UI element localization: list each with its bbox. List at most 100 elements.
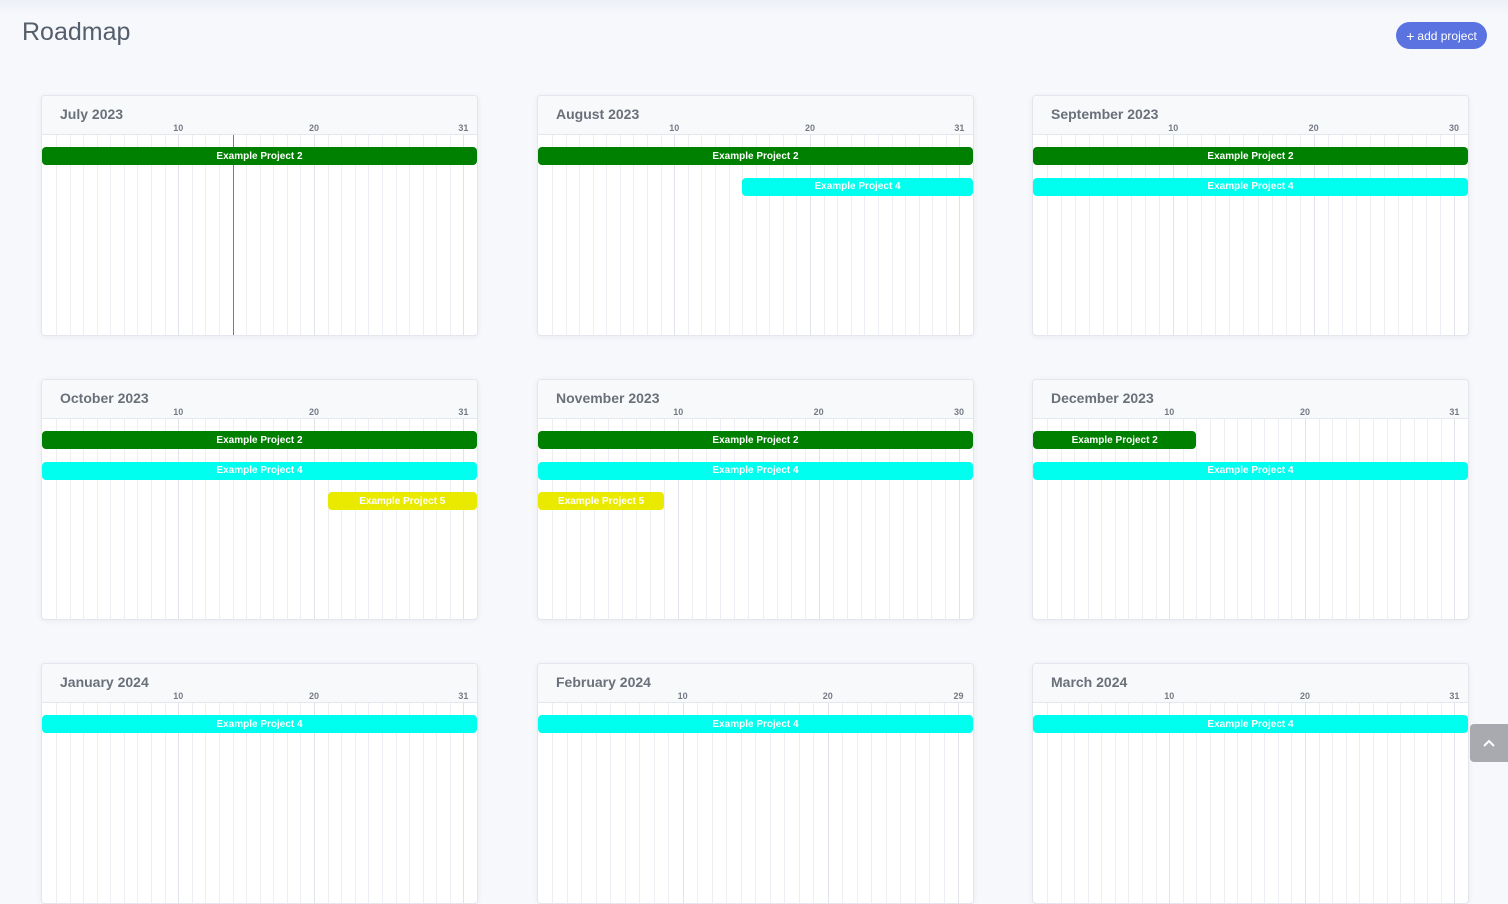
day-grid-line (1291, 703, 1293, 903)
scroll-to-top-button[interactable] (1470, 724, 1508, 762)
day-grid-line (178, 419, 180, 619)
day-grid-line (1145, 135, 1147, 335)
chevron-up-icon (1483, 739, 1495, 747)
day-grid-line (368, 703, 370, 903)
day-grid-line (1131, 135, 1133, 335)
day-grid-line (1313, 135, 1315, 335)
project-bar[interactable]: Example Project 2 (1033, 431, 1197, 449)
project-bar[interactable]: Example Project 2 (42, 147, 477, 165)
day-grid-line (395, 703, 397, 903)
day-grid-line (1305, 419, 1307, 619)
day-grid-line (1369, 135, 1371, 335)
day-grid-line (1237, 703, 1239, 903)
day-grid-line (900, 703, 902, 903)
project-bar[interactable]: Example Project 4 (1033, 461, 1468, 480)
project-bar[interactable]: Example Project 2 (1033, 147, 1468, 165)
month-card: February 2024 10 20 29 Example Project 4 (537, 663, 974, 904)
day-grid-line (1060, 703, 1062, 903)
day-grid-line (300, 135, 302, 335)
day-grid-line (1359, 703, 1361, 903)
day-grid-line (1103, 135, 1105, 335)
day-grid-line (606, 135, 608, 335)
day-grid-line (300, 703, 302, 903)
day-grid-line (286, 703, 288, 903)
day-grid-line (1229, 135, 1231, 335)
project-bar[interactable]: Example Project 4 (42, 715, 477, 733)
day-grid-line (827, 703, 829, 903)
day-grid-line (552, 135, 553, 335)
day-tick-label: 20 (1300, 407, 1311, 417)
day-grid-line (463, 703, 465, 903)
day-tick-label: 31 (458, 407, 469, 417)
day-grid-line (381, 135, 383, 335)
month-card: November 2023 10 20 30 Example Project 2 Exam… (537, 379, 974, 620)
month-header: October 2023 10 20 31 (42, 380, 477, 419)
day-tick-label: 20 (813, 407, 824, 417)
project-bar[interactable]: Example Project 5 (327, 492, 477, 510)
day-tick-label: 31 (1449, 691, 1460, 701)
day-grid-line (734, 419, 736, 619)
day-grid-line (726, 703, 728, 903)
day-grid-line (286, 135, 288, 335)
project-bar[interactable]: Example Project 4 (1033, 715, 1468, 733)
day-grid-line (846, 419, 848, 619)
plus-icon: + (1406, 27, 1415, 44)
day-grid-line (191, 703, 193, 903)
day-grid-line (592, 135, 594, 335)
day-grid-line (83, 419, 85, 619)
day-grid-line (660, 135, 662, 335)
day-grid-line (804, 419, 806, 619)
day-grid-line (1047, 703, 1048, 903)
day-grid-line (1425, 135, 1427, 335)
day-grid-line (83, 135, 85, 335)
day-grid-line (769, 135, 771, 335)
month-title: December 2023 (1051, 390, 1154, 406)
day-grid-line (1372, 419, 1374, 619)
day-grid-line (178, 703, 180, 903)
project-bar[interactable]: Example Project 4 (42, 461, 477, 480)
day-grid-line (191, 135, 193, 335)
day-grid-line (151, 703, 153, 903)
day-grid-line (1355, 135, 1357, 335)
day-grid-line (151, 419, 153, 619)
day-grid-line (1264, 703, 1266, 903)
month-card: September 2023 10 20 30 Example Project 2 Exa… (1032, 95, 1469, 336)
day-grid-line (246, 419, 248, 619)
project-bar[interactable]: Example Project 2 (538, 147, 973, 165)
month-card: July 2023 10 20 31 Example Project 2 (41, 95, 478, 336)
project-bar[interactable]: Example Project 2 (538, 431, 973, 449)
day-grid-line (232, 703, 234, 903)
day-grid-line (354, 703, 356, 903)
day-grid-line (123, 419, 125, 619)
month-card: March 2024 10 20 31 Example Project 4 (1032, 663, 1469, 904)
day-grid-line (178, 135, 180, 335)
day-grid-line (647, 135, 649, 335)
day-grid-line (639, 703, 641, 903)
day-grid-line (832, 419, 834, 619)
project-bar[interactable]: Example Project 4 (1033, 177, 1468, 196)
project-bar[interactable]: Example Project 5 (538, 492, 665, 510)
day-grid-line (748, 419, 750, 619)
day-grid-line (1291, 419, 1293, 619)
day-grid-line (436, 703, 438, 903)
month-card: August 2023 10 20 31 Example Project 2 Exampl… (537, 95, 974, 336)
day-grid-line (368, 135, 370, 335)
day-grid-line (246, 703, 248, 903)
day-grid-line (341, 703, 343, 903)
day-grid-line (594, 419, 596, 619)
project-bar[interactable]: Example Project 4 (538, 461, 973, 480)
day-grid-line (1061, 135, 1063, 335)
day-grid-line (341, 135, 343, 335)
day-grid-line (566, 703, 568, 903)
project-bar[interactable]: Example Project 2 (42, 431, 477, 449)
project-bar[interactable]: Example Project 4 (742, 177, 973, 196)
day-grid-line (877, 135, 879, 335)
day-grid-line (1142, 703, 1144, 903)
project-bar[interactable]: Example Project 4 (538, 715, 973, 733)
day-grid-line (902, 419, 904, 619)
day-grid-line (341, 419, 343, 619)
add-project-button[interactable]: + add project (1396, 22, 1487, 49)
day-grid-line (436, 135, 438, 335)
day-grid-line (1087, 703, 1089, 903)
day-grid-line (1264, 419, 1266, 619)
